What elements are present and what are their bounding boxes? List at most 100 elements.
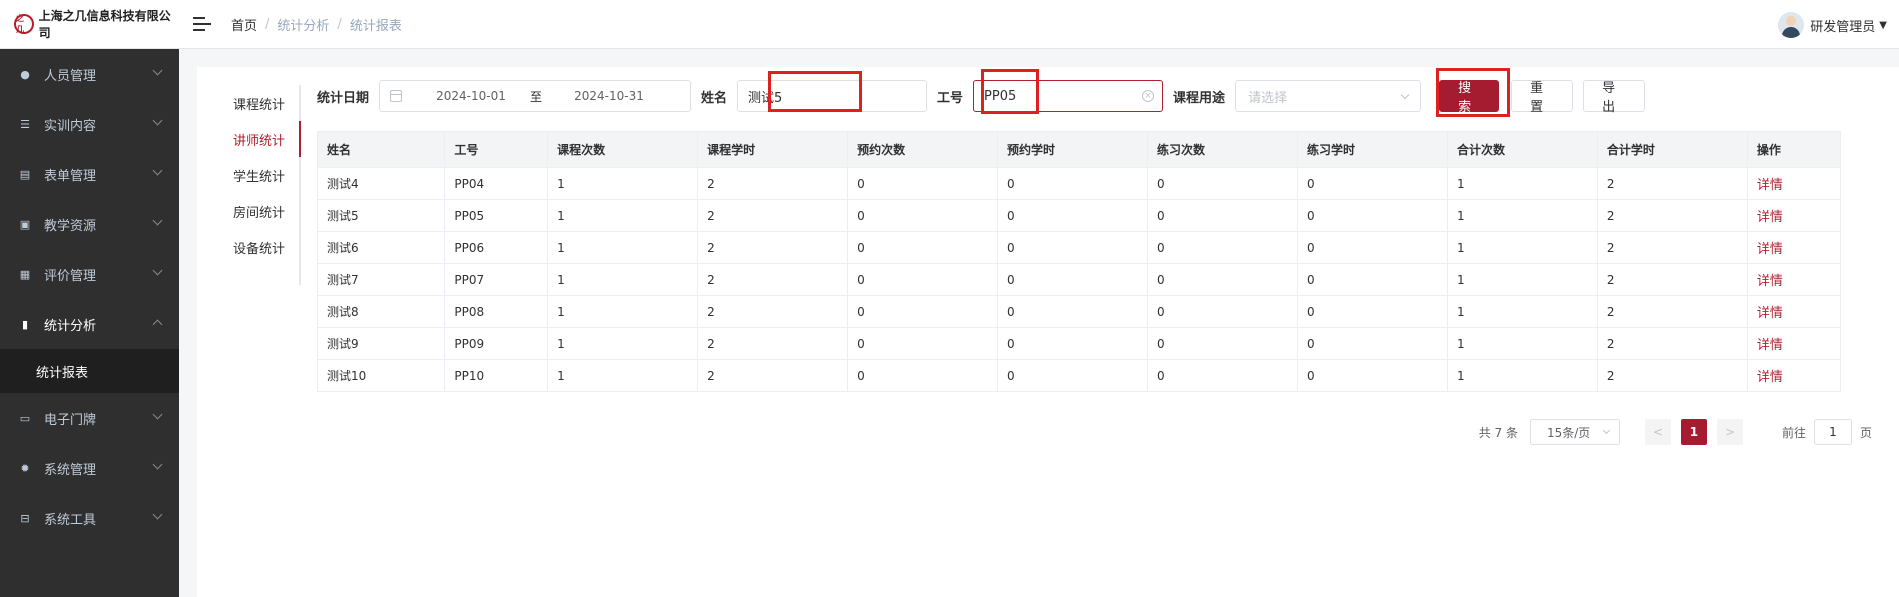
col-header: 姓名 — [316, 131, 446, 168]
sidebar-item-system[interactable]: ✹ 系统管理 — [0, 443, 179, 493]
table-cell: 0 — [997, 199, 1149, 232]
chevron-up-icon — [152, 319, 163, 330]
sidebar-item-label: 评价管理 — [44, 268, 97, 284]
table-cell: 0 — [847, 199, 999, 232]
table-cell: 测试7 — [316, 263, 446, 296]
purpose-select[interactable]: 请选择 — [1235, 80, 1422, 112]
next-page-button[interactable]: > — [1716, 419, 1743, 445]
tab-course-stats[interactable]: 课程统计 — [197, 85, 299, 121]
page-number-1[interactable]: 1 — [1680, 419, 1707, 445]
list-icon: ☰ — [20, 117, 30, 131]
sidebar-item-evaluation[interactable]: ▦ 评价管理 — [0, 249, 179, 299]
name-label: 姓名 — [701, 90, 728, 106]
user-menu[interactable]: 研发管理员 ▼ — [1778, 12, 1887, 38]
rating-icon: ▦ — [19, 267, 31, 281]
date-start[interactable]: 2024-10-01 — [426, 89, 516, 103]
breadcrumb-home[interactable]: 首页 — [231, 15, 257, 34]
name-input[interactable]: 测试5 — [737, 80, 928, 112]
table-cell: 2 — [1596, 263, 1748, 296]
date-separator: 至 — [530, 89, 543, 104]
id-input[interactable]: PP05 × — [973, 80, 1164, 112]
detail-link[interactable]: 详情 — [1746, 231, 1842, 264]
sidebar-item-forms[interactable]: ▤ 表单管理 — [0, 149, 179, 199]
date-range-picker[interactable]: 2024-10-01 至 2024-10-31 — [379, 80, 692, 112]
table-cell: 0 — [1296, 231, 1448, 264]
tab-room-stats[interactable]: 房间统计 — [197, 193, 299, 229]
table-cell: 0 — [1147, 231, 1298, 264]
table-cell: 1 — [547, 327, 699, 360]
user-name[interactable]: 研发管理员 — [1810, 16, 1875, 35]
col-header: 练习学时 — [1296, 131, 1448, 168]
table-cell: 0 — [1147, 263, 1298, 296]
pagination: 共 7 条 15条/页 < 1 > 前往 1 页 — [1479, 419, 1872, 445]
table-cell: 1 — [1446, 327, 1598, 360]
reset-button[interactable]: 重置 — [1511, 80, 1574, 115]
table-header-row: 姓名 工号 课程次数 课程学时 预约次数 预约学时 练习次数 练习学时 合计次数… — [316, 131, 1842, 168]
table-cell: PP08 — [444, 295, 549, 328]
detail-link[interactable]: 详情 — [1746, 327, 1842, 360]
table-cell: 2 — [697, 327, 849, 360]
chevron-down-icon — [152, 409, 163, 420]
table-row: 测试8 PP08 1 2 0 0 0 0 1 2 详情 — [316, 295, 1842, 328]
table-cell: 2 — [1596, 295, 1748, 328]
table-cell: 0 — [1147, 295, 1298, 328]
sidebar-item-tools[interactable]: ⊟ 系统工具 — [0, 493, 179, 543]
tab-student-stats[interactable]: 学生统计 — [197, 157, 299, 193]
caret-down-icon[interactable]: ▼ — [1879, 20, 1887, 31]
chevron-down-icon — [1400, 90, 1410, 100]
table-cell: 2 — [697, 199, 849, 232]
sidebar-item-resources[interactable]: ▣ 教学资源 — [0, 199, 179, 249]
table-cell: 1 — [547, 199, 699, 232]
clear-icon[interactable]: × — [1142, 90, 1155, 102]
chevron-down-icon — [152, 459, 163, 470]
report-tabs: 课程统计 讲师统计 学生统计 房间统计 设备统计 — [197, 85, 301, 285]
detail-link[interactable]: 详情 — [1746, 359, 1842, 392]
menu-toggle-icon[interactable] — [193, 17, 211, 31]
detail-link[interactable]: 详情 — [1746, 199, 1842, 232]
goto-label: 前往 — [1781, 425, 1806, 440]
page-size-value: 15条/页 — [1546, 425, 1591, 440]
detail-link[interactable]: 详情 — [1746, 263, 1842, 296]
table-cell: 2 — [1596, 167, 1748, 200]
table-cell: 0 — [997, 359, 1149, 392]
table-cell: 2 — [1596, 327, 1748, 360]
stats-table: 姓名 工号 课程次数 课程学时 预约次数 预约学时 练习次数 练习学时 合计次数… — [316, 131, 1842, 392]
detail-link[interactable]: 详情 — [1746, 295, 1842, 328]
table-cell: 0 — [1296, 295, 1448, 328]
table-cell: 0 — [1147, 167, 1298, 200]
table-cell: 0 — [1296, 199, 1448, 232]
detail-link[interactable]: 详情 — [1746, 167, 1842, 200]
logo[interactable]: 之几 上海之几信息科技有限公司 — [0, 7, 179, 41]
page-size-select[interactable]: 15条/页 — [1529, 419, 1620, 445]
table-cell: 1 — [547, 295, 699, 328]
goto-page-input[interactable]: 1 — [1813, 419, 1852, 445]
search-button[interactable]: 搜索 — [1439, 80, 1500, 115]
tab-device-stats[interactable]: 设备统计 — [197, 229, 299, 265]
table-cell: 0 — [1296, 167, 1448, 200]
breadcrumb-separator: / — [337, 16, 342, 32]
table-cell: 1 — [547, 231, 699, 264]
table-cell: PP09 — [444, 327, 549, 360]
avatar[interactable] — [1778, 12, 1805, 38]
tab-teacher-stats[interactable]: 讲师统计 — [197, 121, 301, 157]
table-cell: 1 — [547, 263, 699, 296]
prev-page-button[interactable]: < — [1644, 419, 1671, 445]
col-header: 课程学时 — [697, 131, 849, 168]
table-cell: 0 — [997, 327, 1149, 360]
export-button[interactable]: 导出 — [1583, 80, 1646, 115]
sidebar-item-label: 实训内容 — [44, 118, 97, 134]
col-header: 练习次数 — [1147, 131, 1298, 168]
sidebar-item-label: 系统管理 — [44, 462, 97, 478]
date-end[interactable]: 2024-10-31 — [564, 89, 654, 103]
sidebar-item-doorplate[interactable]: ▭ 电子门牌 — [0, 393, 179, 443]
chevron-down-icon — [152, 215, 163, 226]
sidebar-item-training[interactable]: ☰ 实训内容 — [0, 99, 179, 149]
table-cell: 测试9 — [316, 327, 446, 360]
company-logo-icon: 之几 — [14, 14, 34, 34]
sidebar-item-personnel[interactable]: ● 人员管理 — [0, 49, 179, 99]
sidebar-item-analysis[interactable]: ▮ 统计分析 — [0, 299, 179, 349]
sidebar-subitem-report[interactable]: 统计报表 — [0, 349, 179, 393]
chevron-down-icon — [152, 165, 163, 176]
table-row: 测试4 PP04 1 2 0 0 0 0 1 2 详情 — [316, 167, 1842, 200]
col-header: 操作 — [1746, 131, 1842, 168]
